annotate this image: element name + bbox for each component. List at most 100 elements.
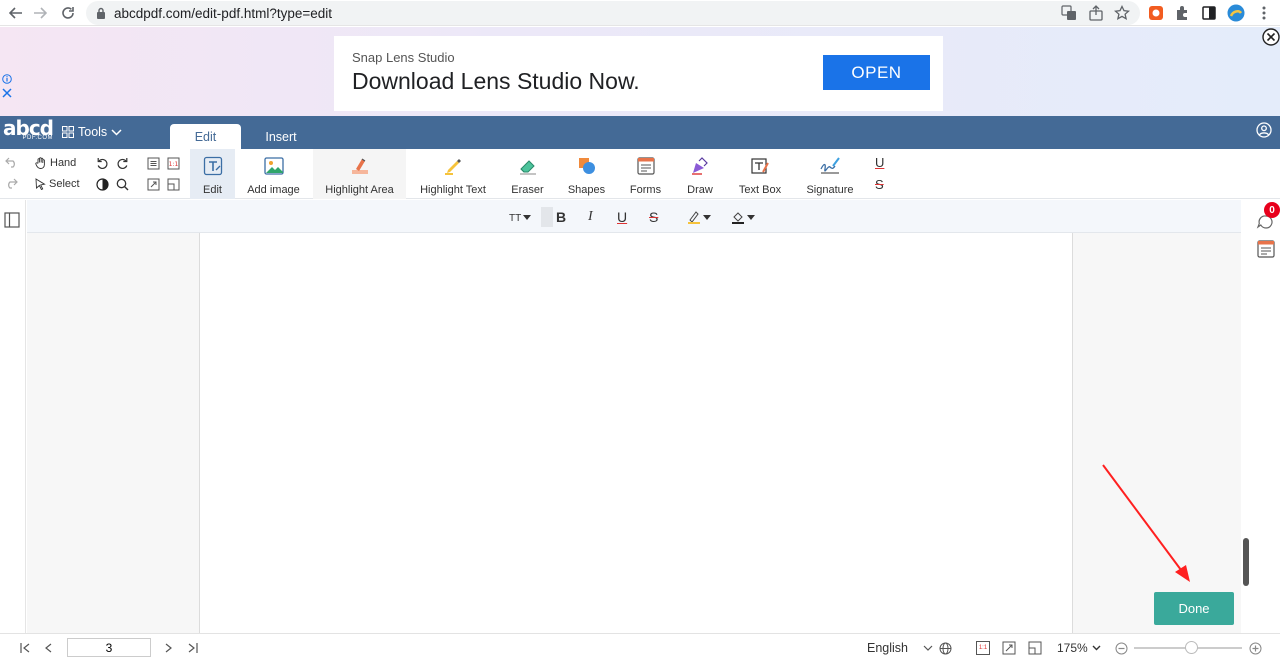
strikethrough-button[interactable]: S xyxy=(649,207,658,227)
share-icon[interactable] xyxy=(1087,4,1105,22)
hand-tool[interactable]: Hand xyxy=(35,157,76,169)
last-page-icon[interactable] xyxy=(188,639,198,657)
scrollbar-thumb[interactable] xyxy=(1243,538,1249,586)
actual-size-button[interactable]: 1:1 xyxy=(976,639,990,657)
tab-edit[interactable]: Edit xyxy=(170,124,241,149)
hand-icon xyxy=(35,157,47,169)
signature-icon xyxy=(819,155,841,177)
globe-icon[interactable] xyxy=(939,639,952,657)
page-number-input[interactable] xyxy=(67,638,151,657)
draw-button[interactable]: Draw xyxy=(680,149,720,199)
document-canvas[interactable] xyxy=(27,233,1241,633)
forms-label: Forms xyxy=(629,184,662,196)
back-arrow-icon[interactable] xyxy=(6,3,26,23)
search-icon[interactable] xyxy=(116,178,129,191)
eraser-button[interactable]: Eraser xyxy=(504,149,551,199)
ad-dismiss-icon[interactable] xyxy=(2,88,12,98)
zoom-slider-handle[interactable] xyxy=(1184,641,1198,654)
profile-avatar[interactable] xyxy=(1227,4,1245,22)
edit-tool-label: Edit xyxy=(203,184,222,196)
next-page-icon[interactable] xyxy=(165,639,173,657)
abcdpdf-logo[interactable]: abcd PDF.COM xyxy=(3,118,54,141)
highlight-area-button[interactable]: Highlight Area xyxy=(313,149,406,199)
underline-button[interactable]: U xyxy=(617,207,627,227)
zoom-level-text: 175% xyxy=(1057,641,1088,655)
highlighter-icon xyxy=(443,155,463,177)
shapes-button[interactable]: Shapes xyxy=(563,149,610,199)
annotation-arrow-icon xyxy=(1102,464,1190,582)
close-ad-icon[interactable] xyxy=(1262,28,1280,46)
text-box-button[interactable]: Text Box xyxy=(733,149,787,199)
bookmark-star-icon[interactable] xyxy=(1113,4,1131,22)
caret-down-icon xyxy=(747,214,755,220)
actual-size-text: 1:1 xyxy=(976,641,990,655)
bold-button[interactable]: B xyxy=(556,207,566,227)
forms-button[interactable]: Forms xyxy=(624,149,667,199)
highlight-area-label: Highlight Area xyxy=(325,184,394,196)
ad-info-icon[interactable] xyxy=(2,74,12,84)
lock-icon xyxy=(96,7,106,19)
browser-menu-icon[interactable] xyxy=(1255,4,1273,22)
right-sidebar: 0 xyxy=(1252,200,1280,633)
highlight-color-dropdown[interactable] xyxy=(687,207,711,227)
font-size-dropdown[interactable]: TT xyxy=(509,207,532,227)
redo-icon[interactable] xyxy=(5,178,18,189)
translate-icon[interactable] xyxy=(1060,4,1078,22)
language-label[interactable]: English xyxy=(867,639,908,657)
reload-icon[interactable] xyxy=(58,3,78,23)
signature-button[interactable]: Signature xyxy=(801,149,859,199)
edit-tool-button[interactable]: Edit xyxy=(190,149,235,199)
zoom-out-icon[interactable] xyxy=(1115,639,1128,657)
pdf-page[interactable] xyxy=(199,233,1073,633)
ad-open-button[interactable]: OPEN xyxy=(823,55,930,90)
add-image-button[interactable]: Add image xyxy=(244,149,303,199)
tab-insert[interactable]: Insert xyxy=(250,124,312,149)
select-tool[interactable]: Select xyxy=(35,178,80,190)
single-page-view-icon[interactable] xyxy=(147,157,160,170)
first-page-icon[interactable] xyxy=(20,639,30,657)
zoom-level-dropdown[interactable]: 175% xyxy=(1057,639,1101,657)
sidebar-toggle-icon[interactable] xyxy=(4,212,20,228)
rotate-left-icon[interactable] xyxy=(96,157,109,170)
fit-page-icon[interactable] xyxy=(1002,639,1016,657)
rotate-right-icon[interactable] xyxy=(116,157,129,170)
underline-tool[interactable]: U xyxy=(875,155,884,170)
grid-icon xyxy=(62,126,74,138)
contrast-icon[interactable] xyxy=(96,178,109,191)
zoom-in-icon[interactable] xyxy=(1249,639,1262,657)
form-fields-icon[interactable] xyxy=(1257,240,1275,258)
text-edit-icon xyxy=(203,155,223,177)
ad-card[interactable]: Snap Lens Studio Download Lens Studio No… xyxy=(334,36,943,111)
done-button[interactable]: Done xyxy=(1154,592,1234,625)
ad-advertiser: Snap Lens Studio xyxy=(352,50,455,65)
fit-page-icon[interactable] xyxy=(147,178,160,191)
highlight-text-label: Highlight Text xyxy=(420,184,486,196)
user-account-icon[interactable] xyxy=(1256,122,1272,138)
highlight-text-button[interactable]: Highlight Text xyxy=(414,149,492,199)
tools-menu[interactable]: Tools xyxy=(62,125,122,139)
eraser-label: Eraser xyxy=(511,184,544,196)
vertical-scrollbar[interactable] xyxy=(1241,200,1251,633)
ad-banner: Snap Lens Studio Download Lens Studio No… xyxy=(0,27,1280,116)
editor-toolbar: Hand Select 1:1 Edit Add image Highlight… xyxy=(0,149,1280,199)
italic-button[interactable]: I xyxy=(588,207,593,227)
actual-size-icon[interactable]: 1:1 xyxy=(167,157,180,170)
strikethrough-tool[interactable]: S xyxy=(875,177,884,192)
fit-width-icon[interactable] xyxy=(167,178,180,191)
chevron-down-icon xyxy=(111,128,122,136)
previous-page-icon[interactable] xyxy=(44,639,52,657)
ad-headline[interactable]: Download Lens Studio Now. xyxy=(352,68,640,95)
status-bar: English 1:1 175% xyxy=(0,633,1280,661)
extension-orange-icon[interactable] xyxy=(1147,4,1165,22)
text-color-dropdown[interactable] xyxy=(731,207,755,227)
forward-arrow-icon[interactable] xyxy=(30,3,50,23)
chevron-down-icon xyxy=(1092,645,1101,651)
undo-icon[interactable] xyxy=(5,157,18,168)
fit-width-icon[interactable] xyxy=(1028,639,1042,657)
cursor-arrow-icon xyxy=(35,178,46,190)
address-bar[interactable]: abcdpdf.com/edit-pdf.html?type=edit xyxy=(86,1,1140,25)
image-icon xyxy=(263,155,284,177)
side-panel-icon[interactable] xyxy=(1200,4,1218,22)
chevron-down-icon[interactable] xyxy=(923,639,933,657)
extensions-puzzle-icon[interactable] xyxy=(1173,4,1191,22)
